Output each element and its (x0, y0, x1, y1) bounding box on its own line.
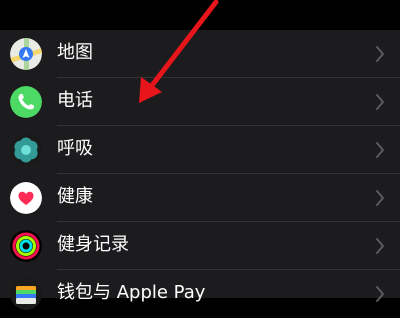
settings-row-label: 健身记录 (57, 234, 129, 255)
top-bar (0, 0, 400, 30)
settings-row-maps[interactable]: 地图 (0, 30, 400, 78)
settings-row-phone[interactable]: 电话 (0, 78, 400, 126)
chevron-right-icon (374, 43, 386, 65)
settings-row-label: 地图 (57, 42, 93, 63)
settings-row-health[interactable]: 健康 (0, 174, 400, 222)
chevron-right-icon (374, 187, 386, 209)
settings-row-label: 呼吸 (57, 138, 93, 159)
maps-icon (10, 38, 42, 70)
chevron-right-icon (374, 91, 386, 113)
chevron-right-icon (374, 139, 386, 161)
settings-list: 地图 电话 呼吸 健康 健身记录 钱包与 Apple Pay (0, 30, 400, 310)
settings-row-wallet[interactable]: 钱包与 Apple Pay (0, 270, 400, 318)
settings-row-label: 电话 (57, 90, 93, 111)
settings-row-label: 健康 (57, 186, 93, 207)
health-icon (10, 182, 42, 214)
chevron-right-icon (374, 283, 386, 305)
breathe-icon (10, 134, 42, 166)
phone-icon (10, 86, 42, 118)
settings-row-label: 钱包与 Apple Pay (57, 282, 206, 303)
settings-row-activity[interactable]: 健身记录 (0, 222, 400, 270)
settings-row-breathe[interactable]: 呼吸 (0, 126, 400, 174)
wallet-icon (10, 278, 42, 310)
activity-icon (10, 230, 42, 262)
chevron-right-icon (374, 235, 386, 257)
